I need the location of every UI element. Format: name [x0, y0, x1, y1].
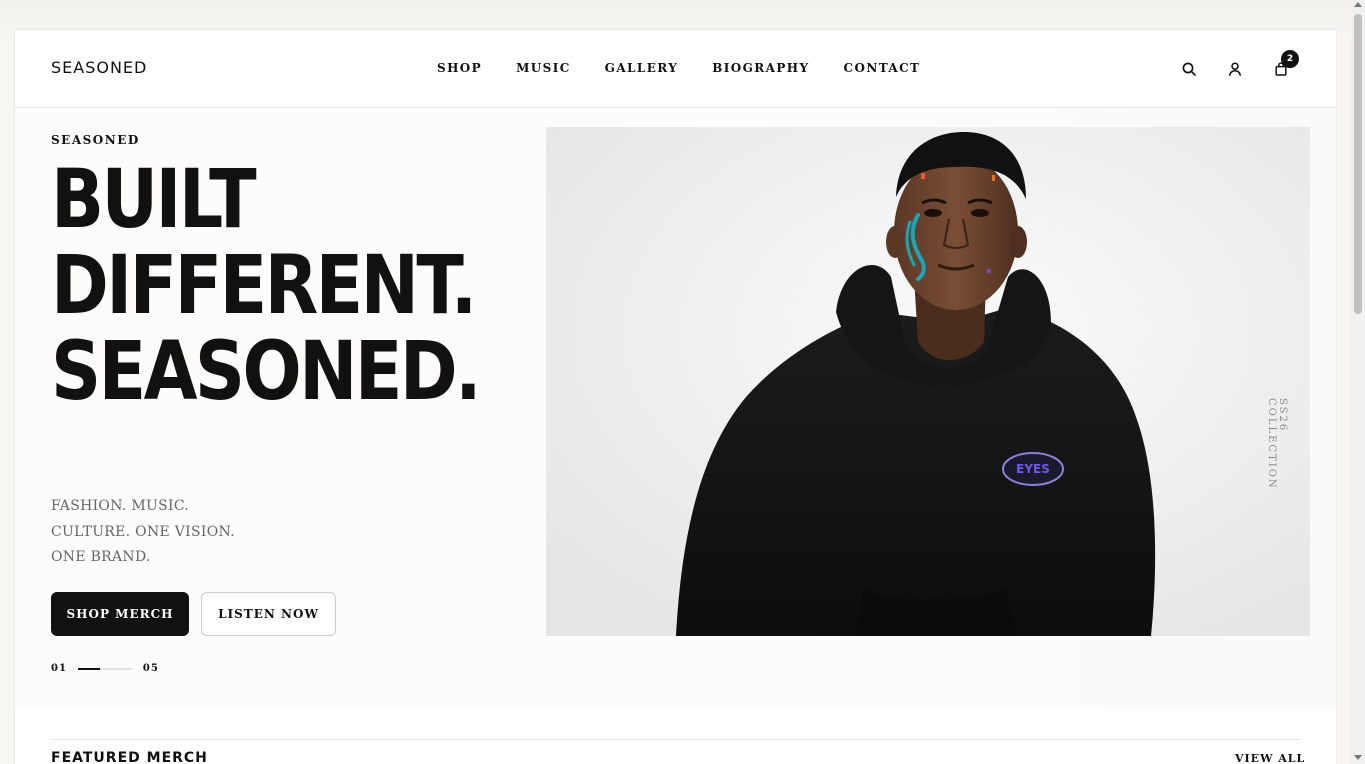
page-scrollbar[interactable]	[1351, 0, 1365, 764]
hoodie-logo-text: EYES	[1016, 462, 1050, 476]
hero-eyebrow: SEASONED	[51, 133, 140, 147]
tagline-line-2: CULTURE. ONE VISION.	[51, 523, 235, 540]
scroll-down-arrow[interactable]	[1354, 755, 1362, 760]
slide-current: 01	[51, 663, 67, 674]
slide-indicator: 01 05	[51, 663, 159, 674]
hero-tagline: FASHION. MUSIC. CULTURE. ONE VISION. ONE…	[51, 494, 235, 571]
featured-merch-title: FEATURED MERCH	[51, 750, 208, 764]
nav-music[interactable]: MUSIC	[516, 61, 571, 75]
scroll-up-arrow[interactable]	[1354, 2, 1362, 7]
headline-line-3: SEASONED.	[51, 325, 482, 419]
hero-image: EYES	[546, 127, 1310, 636]
cart-count-badge: 2	[1281, 50, 1299, 68]
listen-now-button[interactable]: LISTEN NOW	[201, 592, 336, 636]
slide-progress-fill	[77, 667, 100, 670]
slide-total: 05	[142, 663, 159, 674]
model-hoodie-illustration: EYES	[546, 127, 1310, 636]
headline-line-1: BUILT	[51, 153, 257, 247]
slide-progress-track[interactable]	[77, 667, 132, 670]
nav-gallery[interactable]: GALLERY	[605, 61, 679, 75]
nav-contact[interactable]: CONTACT	[844, 61, 921, 75]
nav-biography[interactable]: BIOGRAPHY	[712, 61, 809, 75]
tagline-line-3: ONE BRAND.	[51, 549, 151, 565]
section-divider	[51, 739, 1300, 740]
main-nav: SHOP MUSIC GALLERY BIOGRAPHY CONTACT	[437, 61, 920, 75]
nav-shop[interactable]: SHOP	[437, 61, 482, 75]
brand-logo[interactable]: SEASONED	[51, 58, 147, 77]
user-icon[interactable]	[1225, 59, 1245, 79]
hero-headline: BUILT DIFFERENT. SEASONED.	[51, 153, 482, 419]
site-header: SEASONED SHOP MUSIC GALLERY BIOGRAPHY CO…	[15, 30, 1336, 108]
collection-label: SS26 COLLECTION	[1266, 398, 1288, 490]
headline-line-2: DIFFERENT.	[51, 239, 477, 333]
scroll-thumb[interactable]	[1354, 14, 1362, 314]
page: SEASONED SHOP MUSIC GALLERY BIOGRAPHY CO…	[15, 30, 1336, 764]
view-all-link[interactable]: VIEW ALL	[1235, 752, 1305, 764]
shop-merch-button[interactable]: SHOP MERCH	[51, 592, 189, 636]
tagline-line-1: FASHION. MUSIC.	[51, 498, 190, 514]
search-icon[interactable]	[1179, 59, 1199, 79]
